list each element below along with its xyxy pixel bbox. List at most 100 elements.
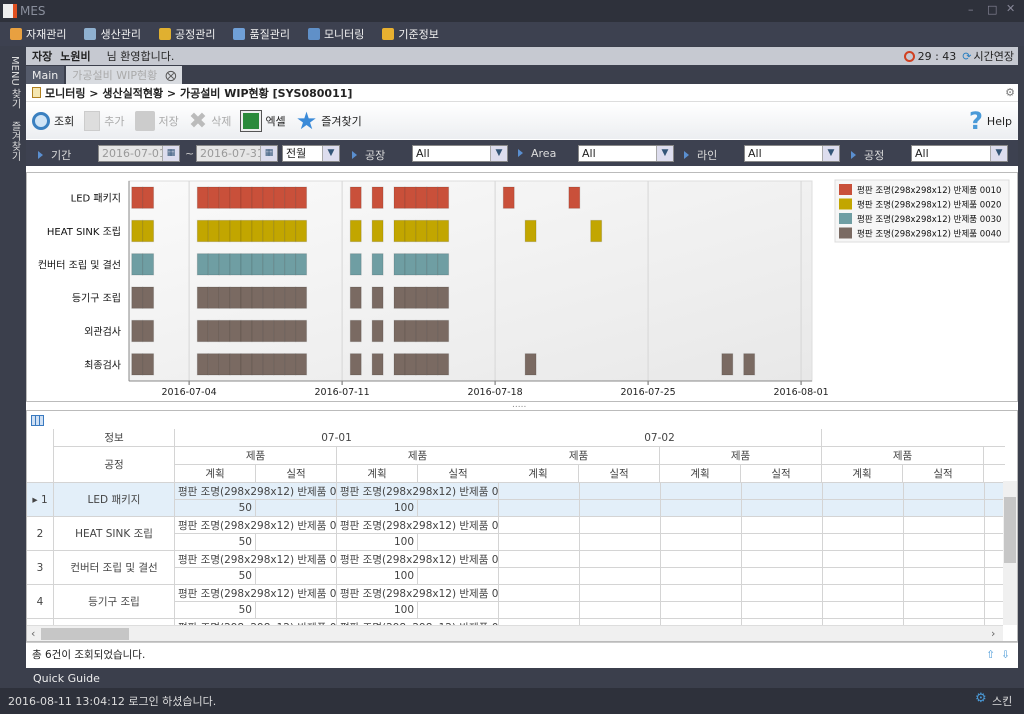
- plan-value-cell: 50: [175, 534, 256, 551]
- menu-find-button[interactable]: MENU 찾기: [7, 56, 22, 109]
- chevron-down-icon[interactable]: ▼: [322, 146, 339, 161]
- actual-value-cell: [256, 534, 337, 551]
- tab-wip-status[interactable]: 가공설비 WIP현황 ⨂: [66, 66, 183, 84]
- menu-item-3[interactable]: 품질관리: [233, 26, 290, 42]
- x-tick-label: 2016-07-04: [161, 387, 216, 398]
- chevron-down-icon[interactable]: ▼: [490, 146, 507, 161]
- settings-gear-icon[interactable]: ⚙: [1005, 86, 1015, 99]
- empty-cell: [904, 551, 985, 568]
- product-header[interactable]: 제품: [175, 447, 337, 465]
- gantt-bar: [240, 253, 253, 276]
- process-label: 공정: [851, 147, 884, 163]
- plan-header[interactable]: 계획: [175, 465, 256, 483]
- plan-header[interactable]: 계획: [822, 465, 903, 483]
- scroll-left-icon[interactable]: ‹: [31, 627, 35, 640]
- info-header[interactable]: 정보: [54, 429, 175, 447]
- factory-select[interactable]: All ▼: [412, 145, 508, 162]
- help-button[interactable]: ? Help: [969, 107, 1012, 135]
- plan-header[interactable]: 계획: [498, 465, 579, 483]
- favorite-button[interactable]: ★ 즐겨찾기: [296, 107, 362, 135]
- period-label: 기간: [38, 147, 71, 163]
- scroll-thumb[interactable]: [1004, 497, 1016, 563]
- tab-main[interactable]: Main: [26, 66, 65, 84]
- date-header[interactable]: 07-01: [175, 429, 499, 447]
- calendar-icon[interactable]: ▦: [260, 146, 277, 161]
- product-header[interactable]: 제품: [822, 447, 984, 465]
- scroll-right-icon[interactable]: ›: [991, 627, 995, 640]
- gantt-bar: [207, 353, 220, 376]
- actual-value-cell: [418, 500, 499, 517]
- add-button[interactable]: 추가: [84, 111, 125, 131]
- gantt-bar: [273, 186, 286, 209]
- chevron-down-icon[interactable]: ▼: [656, 146, 673, 161]
- actual-header[interactable]: 실적: [579, 465, 660, 483]
- quick-guide-link[interactable]: Quick Guide: [33, 672, 100, 685]
- extend-time-button[interactable]: 시간연장: [974, 48, 1014, 64]
- skin-menu[interactable]: 스킨: [992, 693, 1012, 709]
- maximize-button[interactable]: □: [987, 3, 997, 16]
- arrow-up-icon[interactable]: ⇧: [986, 649, 995, 661]
- calendar-icon[interactable]: ▦: [162, 146, 179, 161]
- actual-header[interactable]: 실적: [418, 465, 499, 483]
- product-header[interactable]: 제품: [337, 447, 499, 465]
- save-button[interactable]: 저장: [134, 111, 179, 131]
- vertical-scrollbar[interactable]: [1003, 481, 1017, 625]
- filter-bar: 기간 2016-07-01 ▦ ~ 2016-07-31 ▦ 전월 ▼ 공장 All ▼…: [26, 140, 1018, 166]
- close-button[interactable]: ✕: [1006, 2, 1015, 15]
- actual-header[interactable]: 실적: [903, 465, 984, 483]
- menu-item-5[interactable]: 기준정보: [382, 26, 439, 42]
- product-header[interactable]: 제품: [660, 447, 822, 465]
- favorites-side-button[interactable]: 즐겨찾기: [7, 121, 22, 161]
- empty-cell: [661, 534, 742, 551]
- welcome-text: 님 환영합니다.: [106, 50, 175, 63]
- minimize-button[interactable]: –: [968, 3, 974, 16]
- empty-cell: [661, 551, 742, 568]
- menu-item-4[interactable]: 모니터링: [307, 26, 364, 42]
- search-button[interactable]: 조회: [32, 112, 74, 130]
- arrow-down-icon[interactable]: ⇩: [1001, 649, 1010, 661]
- chevron-down-icon[interactable]: ▼: [990, 146, 1007, 161]
- plan-header[interactable]: 계획: [660, 465, 741, 483]
- empty-cell: [823, 483, 904, 500]
- date-header[interactable]: 07-02: [498, 429, 822, 447]
- period-type-select[interactable]: 전월 ▼: [282, 145, 340, 162]
- excel-button[interactable]: 엑셀: [240, 110, 286, 132]
- plan-header[interactable]: 계획: [337, 465, 418, 483]
- legend-swatch: [839, 198, 852, 210]
- skin-gear-icon[interactable]: ⚙: [975, 691, 987, 706]
- date-to-input[interactable]: 2016-07-31 ▦: [196, 145, 278, 162]
- data-grid: 정보공정07-01제품계획실적제품계획실적07-02제품계획실적제품계획실적07…: [26, 410, 1018, 642]
- date-header[interactable]: 07-03: [822, 429, 1005, 447]
- gantt-bar: [196, 253, 209, 276]
- process-select[interactable]: All ▼: [911, 145, 1008, 162]
- menu-item-2[interactable]: 공정관리: [158, 26, 215, 42]
- result-count: 총 6건이 조회되었습니다.: [32, 649, 146, 661]
- actual-header[interactable]: 실적: [256, 465, 337, 483]
- line-select[interactable]: All ▼: [744, 145, 840, 162]
- area-select[interactable]: All ▼: [578, 145, 674, 162]
- gantt-bar: [207, 219, 220, 243]
- close-tab-icon[interactable]: ⨂: [165, 69, 176, 82]
- plan-header[interactable]: 계획: [984, 465, 1005, 483]
- actual-header[interactable]: 실적: [741, 465, 822, 483]
- menu-item-1[interactable]: 생산관리: [84, 26, 141, 42]
- scroll-thumb[interactable]: [41, 628, 129, 640]
- product-header[interactable]: 제품: [984, 447, 1005, 465]
- process-header[interactable]: 공정: [54, 447, 175, 483]
- toolbar: 조회 추가 저장 ✖ 삭제 엑셀 ★ 즐겨찾기 ? Help: [26, 103, 1018, 139]
- date-from-input[interactable]: 2016-07-01 ▦: [98, 145, 180, 162]
- row-number-header[interactable]: [27, 429, 54, 483]
- splitter-handle[interactable]: .....: [512, 400, 526, 410]
- menu-item-0[interactable]: 자재관리: [10, 26, 66, 42]
- delete-button[interactable]: ✖ 삭제: [189, 109, 232, 134]
- x-tick-label: 2016-07-18: [467, 387, 522, 398]
- product-header[interactable]: 제품: [498, 447, 660, 465]
- gantt-bar: [295, 186, 308, 209]
- gantt-bar: [251, 319, 264, 343]
- gantt-bar: [437, 253, 450, 276]
- chevron-down-icon[interactable]: ▼: [822, 146, 839, 161]
- gantt-bar: [393, 219, 406, 243]
- gantt-bar: [262, 253, 275, 276]
- gantt-bar: [229, 219, 242, 243]
- horizontal-scrollbar[interactable]: ‹ ›: [27, 625, 1003, 641]
